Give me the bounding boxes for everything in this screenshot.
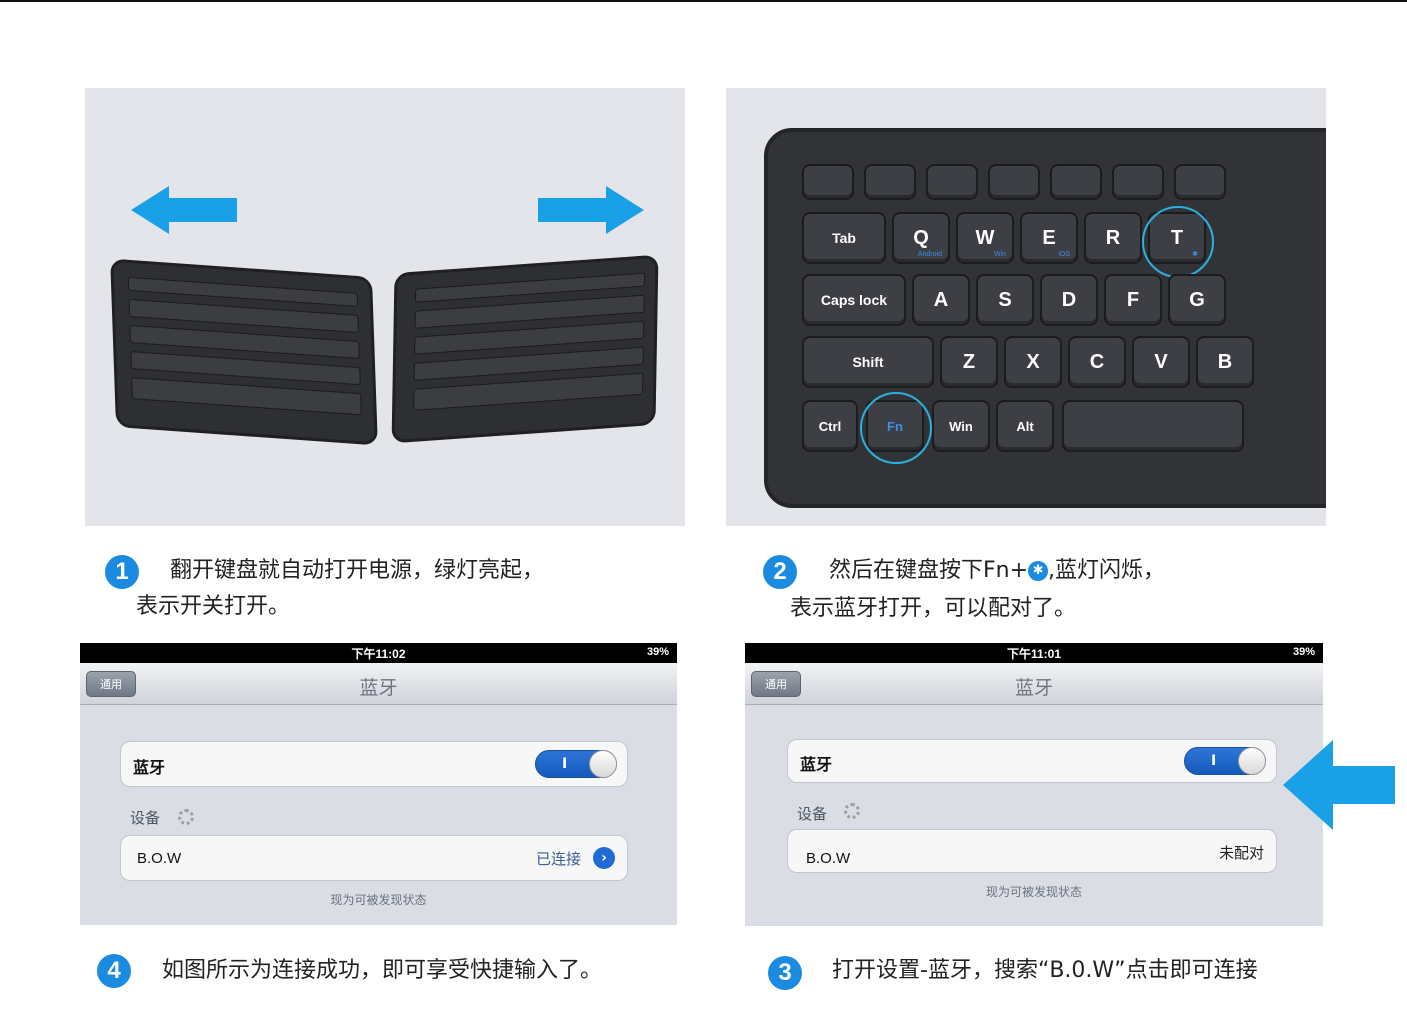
battery-indicator: 39%: [1292, 646, 1315, 658]
device-row[interactable]: B.O.W 已连接 ›: [120, 835, 628, 881]
step-3-text: 打开设置-蓝牙，搜索“B.0.W”点击即可连接: [832, 958, 1258, 983]
key-caps-lock: Caps lock: [802, 274, 906, 326]
key-g: G: [1168, 274, 1226, 326]
bluetooth-toggle-cell: 蓝牙 I: [787, 739, 1277, 783]
key-r: R: [1084, 212, 1142, 264]
status-bar: 下午11:02 39%: [80, 643, 677, 663]
devices-header: 设备: [130, 809, 161, 827]
top-divider: [0, 0, 1407, 2]
spinner-icon: [844, 803, 860, 819]
device-row[interactable]: B.O.W 未配对: [787, 829, 1277, 873]
status-time: 下午11:01: [1006, 647, 1062, 661]
key-q: Q Android: [892, 212, 950, 264]
nav-title: 蓝牙: [359, 677, 398, 699]
key-space: [1062, 400, 1244, 452]
step-2-line-1-a: 然后在键盘按下Fn+: [829, 558, 1029, 583]
key-tab: Tab: [802, 212, 886, 264]
fn-row-key: [864, 164, 916, 200]
device-status: 未配对: [1218, 844, 1264, 862]
disclosure-icon[interactable]: ›: [593, 847, 615, 869]
pointer-arrow-head: [1283, 740, 1333, 830]
key-win: Win: [932, 400, 990, 452]
key-alt: Alt: [996, 400, 1054, 452]
status-bar: 下午11:01 39%: [745, 643, 1323, 663]
key-z: Z: [940, 336, 998, 388]
ipad-bluetooth-unpaired: 下午11:01 39% 通用 蓝牙 蓝牙 I 设备 B.O.W 未配对 现为可被…: [745, 643, 1323, 926]
fn-row-key: [926, 164, 978, 200]
fn-row-key: [1112, 164, 1164, 200]
key-ctrl: Ctrl: [802, 400, 858, 452]
key-x: X: [1004, 336, 1062, 388]
left-arrow-icon: [167, 198, 237, 222]
key-e: EiOS: [1020, 212, 1078, 264]
photo-keyboard-closeup: Tab Q Android W Win EiOS R T ✱ Caps lock A …: [726, 88, 1326, 526]
bluetooth-icon: ✱: [1028, 561, 1049, 581]
keyboard-closeup-body: Tab Q Android W Win EiOS R T ✱ Caps lock A …: [764, 128, 1326, 508]
bluetooth-label: 蓝牙: [800, 755, 833, 774]
left-arrow-head: [131, 186, 169, 234]
key-d: D: [1040, 274, 1098, 326]
step-3-badge: 3: [768, 956, 802, 990]
toggle-on-mark: I: [1211, 753, 1217, 769]
bluetooth-toggle[interactable]: I: [535, 750, 617, 778]
keyboard-right-half: [391, 254, 659, 444]
key-a: A: [912, 274, 970, 326]
right-arrow-icon: [538, 198, 608, 222]
step-1-line-1: 翻开键盘就自动打开电源，绿灯亮起，: [170, 558, 545, 583]
devices-header: 设备: [797, 805, 828, 823]
device-status: 已连接: [535, 850, 581, 868]
key-w: W Win: [956, 212, 1014, 264]
ipad-bluetooth-connected: 下午11:02 39% 通用 蓝牙 蓝牙 I 设备 B.O.W 已连接 › 现为…: [80, 643, 677, 925]
highlight-ring-fn: [860, 392, 932, 464]
step-2-line-2: 表示蓝牙打开，可以配对了。: [790, 596, 1077, 621]
toggle-knob: [1238, 747, 1266, 775]
fn-row-key: [988, 164, 1040, 200]
battery-indicator: 39%: [646, 646, 669, 658]
toggle-knob: [589, 750, 617, 778]
discoverable-note: 现为可被发现状态: [330, 893, 427, 907]
bluetooth-label: 蓝牙: [133, 758, 166, 777]
step-2-line-1-b: ,蓝灯闪烁，: [1048, 558, 1166, 583]
highlight-ring-t: [1142, 206, 1214, 278]
step-4-text: 如图所示为连接成功，即可享受快捷输入了。: [162, 958, 603, 983]
key-v: V: [1132, 336, 1190, 388]
step-1-line-2: 表示开关打开。: [136, 594, 291, 619]
step-4-badge: 4: [97, 954, 131, 988]
key-f: F: [1104, 274, 1162, 326]
step-2-line-1: 然后在键盘按下Fn+ ✱ ,蓝灯闪烁，: [829, 553, 1165, 589]
fn-row-key: [1174, 164, 1226, 200]
step-2-badge: 2: [763, 555, 797, 589]
key-b: B: [1196, 336, 1254, 388]
fn-row-key: [802, 164, 854, 200]
spinner-icon: [178, 809, 194, 825]
key-c: C: [1068, 336, 1126, 388]
key-s: S: [976, 274, 1034, 326]
keyboard-left-half: [110, 258, 378, 446]
bluetooth-toggle[interactable]: I: [1184, 747, 1266, 775]
nav-bar: 通用 蓝牙: [80, 663, 677, 705]
step-1-badge: 1: [105, 555, 139, 589]
photo-folding-keyboard: [85, 88, 685, 526]
bluetooth-toggle-cell: 蓝牙 I: [120, 741, 628, 787]
device-name: B.O.W: [806, 850, 851, 867]
fn-row-key: [1050, 164, 1102, 200]
device-name: B.O.W: [137, 850, 182, 867]
status-time: 下午11:02: [351, 647, 406, 661]
toggle-on-mark: I: [562, 756, 568, 772]
key-shift: Shift: [802, 336, 934, 388]
right-arrow-head: [606, 186, 644, 234]
discoverable-note: 现为可被发现状态: [985, 885, 1082, 899]
pointer-arrow-shaft: [1331, 766, 1395, 804]
nav-bar: 通用 蓝牙: [745, 663, 1323, 705]
nav-title: 蓝牙: [1014, 677, 1053, 699]
